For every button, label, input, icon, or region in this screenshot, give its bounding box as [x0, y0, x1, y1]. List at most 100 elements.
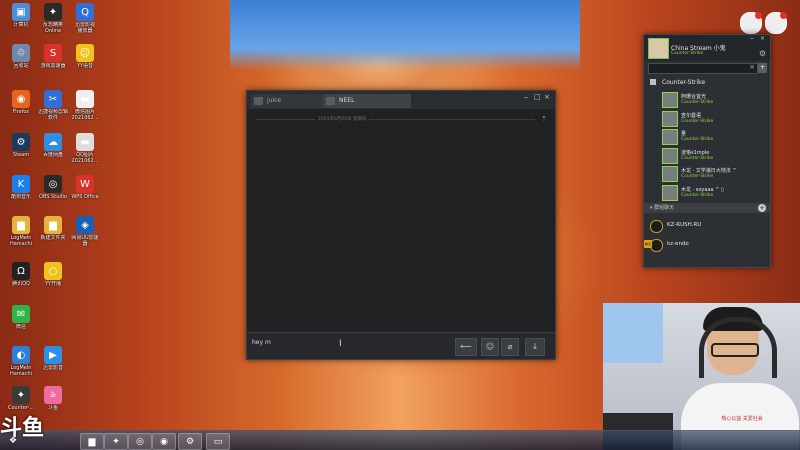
steam-icon[interactable]: ⚙	[178, 433, 202, 450]
headset-icon	[699, 317, 777, 378]
minimize-icon[interactable]: ‒	[524, 93, 528, 101]
desktop-icon[interactable]: ○ YY开播	[34, 262, 72, 287]
friend-game: Counter-Strike	[681, 100, 714, 105]
friend-row[interactable]: 阿珊合宜光 Counter-Strike	[662, 91, 766, 108]
computer-icon: ▣	[12, 3, 30, 21]
firefox-icon[interactable]: ◉	[152, 433, 176, 450]
friend-game: Counter-Strike	[681, 155, 714, 161]
minimize-icon[interactable]: ‒	[750, 35, 754, 42]
desktop-icon-label: 迅雷影视 播放器	[74, 22, 95, 34]
friend-row[interactable]: 凌恪s1mple Counter-Strike	[662, 147, 766, 164]
text-cursor: I	[339, 339, 342, 349]
wallpaper-sky	[230, 0, 580, 70]
user-avatar[interactable]	[648, 38, 669, 59]
more-options-button[interactable]: ↓	[525, 338, 545, 356]
friend-row[interactable]: 木龙 · soyaaa ^ ▯ Counter-Strike	[662, 184, 766, 201]
steam-chat-icon[interactable]: ▭	[206, 433, 230, 450]
baidu-disk-icon: ☁	[44, 133, 62, 151]
wps-icon: W	[76, 175, 94, 193]
friend-avatar-icon	[662, 92, 678, 108]
friends-header: China Stream 小鬼 Counter-Strike ‒ × ⚙	[644, 35, 770, 61]
obs-icon[interactable]: ◎	[128, 433, 152, 450]
friend-row[interactable]: 查尔曼语 Counter-Strike	[662, 110, 766, 127]
chat-compose-area: hey m I ⟵ ☺ ⌀ ↓	[247, 332, 555, 359]
attach-button[interactable]: ⌀	[501, 338, 519, 356]
explorer-icon[interactable]: ▆	[80, 433, 104, 450]
scroll-to-top-icon[interactable]: ⇡	[541, 115, 547, 123]
desktop-icon[interactable]: ◈ 网易UU加速 器	[66, 216, 104, 247]
friend-avatar-icon	[662, 184, 678, 201]
friend-name: 阿珊合宜光	[681, 94, 707, 100]
chat-message-input[interactable]: hey m	[252, 339, 271, 346]
send-button[interactable]: ⟵	[455, 338, 477, 356]
desktop-icon[interactable]: W WPS Office	[66, 175, 104, 200]
webcam-background-window	[603, 303, 663, 363]
steam-friends-list: China Stream 小鬼 Counter-Strike ‒ × ⚙ × +…	[643, 34, 771, 268]
folder-icon: ▆	[12, 216, 30, 234]
friend-row[interactable]: 木龙 · 文学浦日大地法 ^ Counter-Strike	[662, 165, 766, 182]
group-row[interactable]: KZ-RUSH.RU	[650, 219, 764, 233]
add-group-icon[interactable]: +	[758, 204, 766, 212]
game-group-header[interactable]: Counter-Strike	[650, 79, 705, 86]
yy-live-icon: ○	[44, 262, 62, 280]
kugou-icon: K	[12, 175, 30, 193]
desktop-icon[interactable]: ▬ 微信图片 2021062...	[66, 90, 104, 121]
qfd-icon: Q	[76, 3, 94, 21]
desktop-icon-label: 迅雷影音	[42, 365, 63, 371]
friend-game: Counter-Strike	[681, 137, 714, 142]
desktop-icon-label: YY语音	[76, 63, 94, 69]
steam-icon: ⚙	[12, 133, 30, 151]
recycle-bin-icon: ♲	[12, 44, 30, 62]
friend-row[interactable]: 量 Counter-Strike	[662, 128, 766, 145]
friend-name: 木龙 · soyaaa ^ ▯	[681, 186, 724, 193]
notification-badge	[755, 12, 762, 19]
douyu-icon: ঌ	[44, 386, 62, 404]
friend-avatar-icon	[662, 166, 678, 182]
profile-badge	[780, 12, 787, 19]
friend-game: Counter-Strike	[681, 118, 714, 124]
gear-icon[interactable]: ⚙	[759, 49, 766, 58]
csol-icon[interactable]: ✦	[104, 433, 128, 450]
desktop-icon[interactable]: ☺ YY语音	[66, 44, 104, 69]
shirt-print: 热心公益 关爱社会	[721, 416, 763, 422]
desktop-icon-label: 网易UU加速 器	[71, 235, 99, 247]
douyu-watermark: 斗鱼	[0, 415, 45, 441]
maximize-icon[interactable]: □	[534, 93, 541, 101]
steam-chat-window: juice × NEEL ‒ □ × 2021年6月20日 星期日 ⇡ hey …	[246, 90, 556, 360]
desktop-icon[interactable]: Q 迅雷影视 播放器	[66, 3, 104, 34]
close-icon[interactable]: ×	[760, 35, 765, 42]
desktop-icon-label: YY开播	[44, 281, 62, 287]
friend-name: 凌恪s1mple	[681, 149, 710, 156]
desktop-icon[interactable]: ✉ 微信	[2, 305, 40, 330]
group-chats-section[interactable]: ▾ 群组聊天 +	[644, 203, 770, 213]
desktop-icon[interactable]: ▬ QQ图片 2021062...	[66, 133, 104, 164]
desktop-icon-label: 微信图片 2021062...	[71, 109, 99, 121]
accelerator-icon: S	[44, 44, 62, 62]
desktop-icon[interactable]: ▶ 迅雷影音	[34, 346, 72, 371]
game-icon	[650, 79, 656, 85]
image-file-icon: ▬	[76, 90, 94, 108]
video-editor-icon: ✂	[44, 90, 62, 108]
user-status: Counter-Strike	[671, 51, 704, 56]
group-row[interactable]: 聊天 kz-endo	[644, 238, 764, 252]
friend-game: Counter-Strike	[681, 192, 714, 198]
desktop-icon[interactable]: ঌ 斗鱼	[34, 386, 72, 411]
folder-icon: ▆	[44, 216, 62, 234]
friend-avatar-icon	[662, 129, 678, 145]
add-friend-button[interactable]: +	[758, 63, 767, 73]
friend-avatar-icon	[662, 147, 678, 164]
cs-icon: ✦	[12, 386, 30, 404]
friend-avatar-icon	[254, 97, 263, 105]
friend-avatar-icon	[662, 110, 678, 127]
webcam-overlay: 热心公益 关爱社会	[603, 303, 800, 450]
chat-tab-juice[interactable]: juice ×	[251, 94, 333, 108]
chat-tab-neel[interactable]: NEEL	[323, 94, 411, 108]
close-icon[interactable]: ×	[544, 93, 550, 101]
emoji-button[interactable]: ☺	[481, 338, 499, 356]
desktop-icon-label: 微信	[15, 324, 26, 330]
clear-search-icon[interactable]: ×	[749, 63, 755, 71]
desktop-icon-label: WPS Office	[71, 194, 99, 200]
friends-search-input[interactable]: ×	[648, 63, 758, 74]
xunlei-player-icon: ▶	[44, 346, 62, 364]
qq-icon: Ω	[12, 262, 30, 280]
